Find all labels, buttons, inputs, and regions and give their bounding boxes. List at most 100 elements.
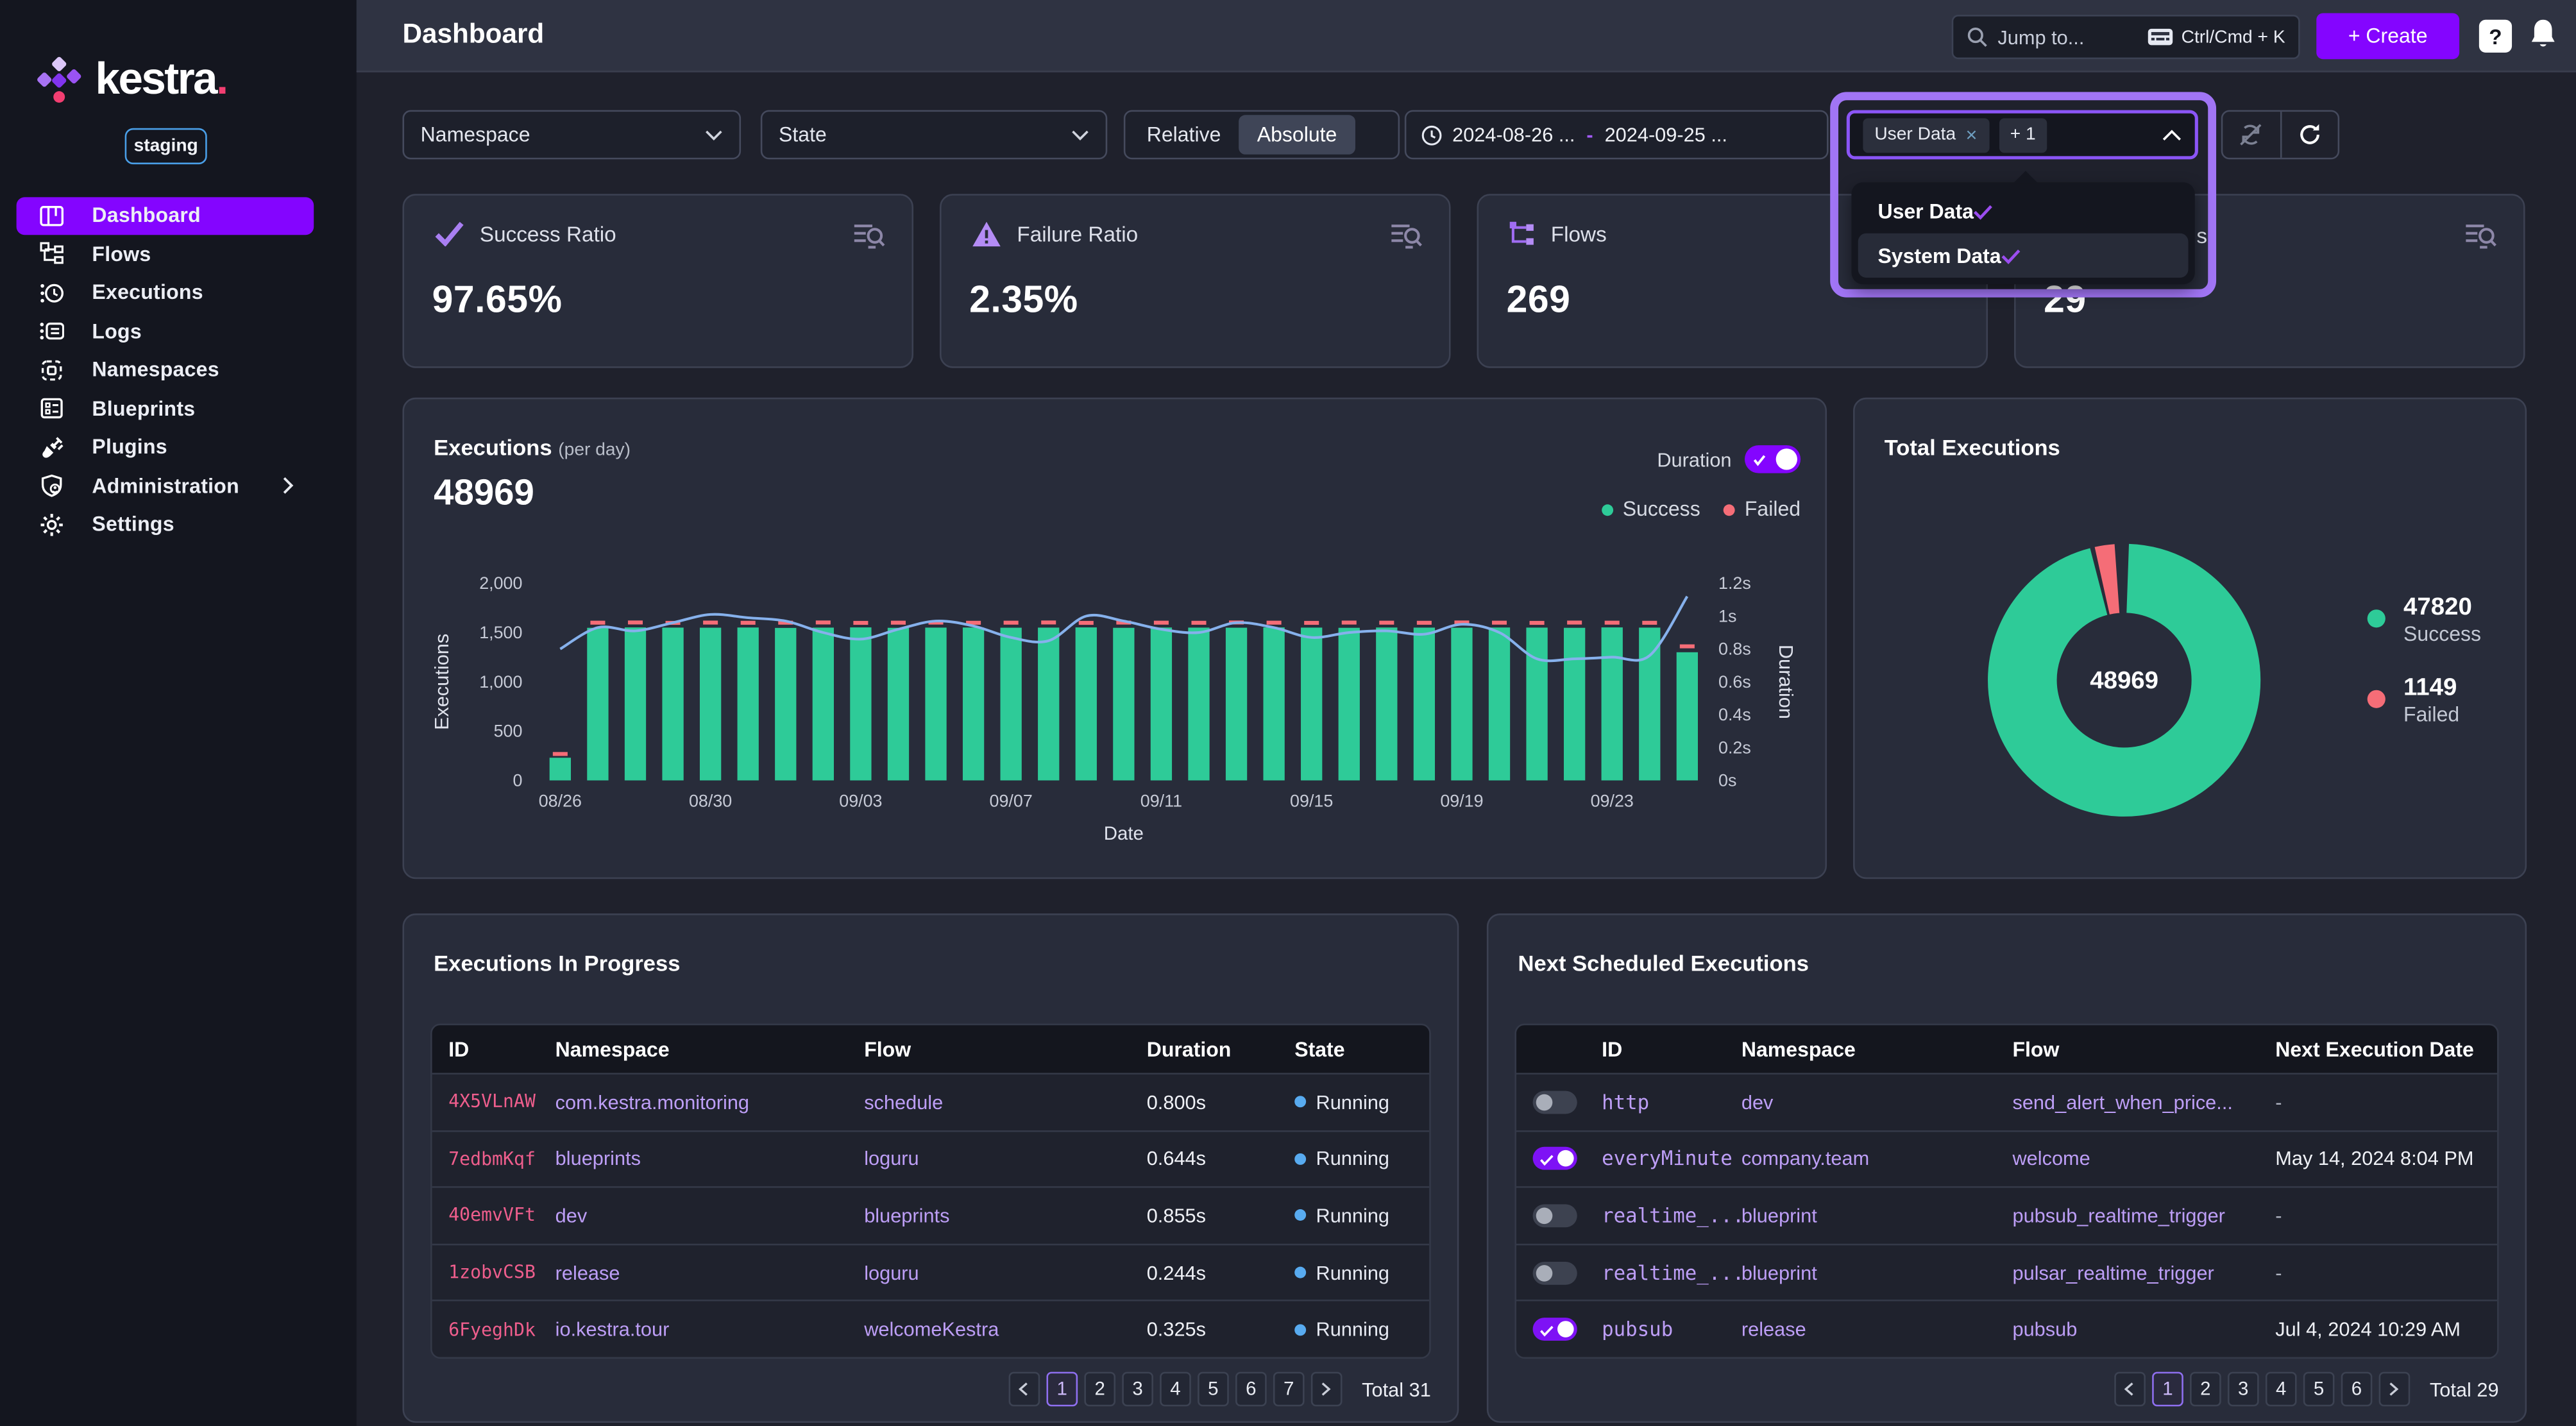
remove-chip-icon[interactable]: ×	[1966, 123, 1978, 146]
trigger-enabled-toggle[interactable]	[1533, 1091, 1577, 1114]
flow-link[interactable]: loguru	[864, 1148, 1147, 1171]
flow-link[interactable]: send_alert_when_price...	[2012, 1091, 2275, 1114]
table-row[interactable]: 1zobvCSBreleaseloguru0.244sRunning	[432, 1243, 1430, 1300]
toggle-cell	[1516, 1091, 1602, 1114]
execution-id-link[interactable]: 7edbmKqf	[432, 1148, 555, 1169]
list-search-icon[interactable]	[852, 220, 885, 250]
running-dot	[1294, 1210, 1306, 1221]
flow-link[interactable]: pubsub_realtime_trigger	[2012, 1204, 2275, 1227]
flow-link[interactable]: blueprints	[864, 1204, 1147, 1227]
pagination-page-1[interactable]: 1	[2152, 1372, 2183, 1407]
trigger-enabled-toggle[interactable]	[1533, 1204, 1577, 1227]
namespace-link[interactable]: blueprint	[1741, 1261, 2013, 1284]
absolute-tab[interactable]: Absolute	[1239, 115, 1355, 154]
trigger-id-link[interactable]: http	[1602, 1091, 1741, 1114]
trigger-id-link[interactable]: realtime_...	[1602, 1261, 1741, 1284]
pagination-page-2[interactable]: 2	[2190, 1372, 2221, 1407]
pagination-prev[interactable]	[2114, 1372, 2146, 1407]
trigger-enabled-toggle[interactable]	[1533, 1148, 1577, 1171]
pagination-page-7[interactable]: 7	[1273, 1372, 1305, 1407]
execution-id-link[interactable]: 4X5VLnAW	[432, 1091, 555, 1112]
alert-triangle-icon	[971, 220, 1003, 248]
auto-refresh-off-icon[interactable]	[2223, 112, 2279, 158]
trigger-id-link[interactable]: realtime_...	[1602, 1204, 1741, 1227]
menu-item-user-data[interactable]: User Data	[1858, 189, 2189, 233]
sidebar-item-label: Executions	[92, 282, 203, 305]
pagination-next[interactable]	[2379, 1372, 2411, 1407]
table-row[interactable]: 7edbmKqfblueprintsloguru0.644sRunning	[432, 1130, 1430, 1187]
sidebar-item-blueprints[interactable]: Blueprints	[17, 389, 314, 428]
sidebar-item-plugins[interactable]: Plugins	[17, 428, 314, 466]
execution-id-link[interactable]: 1zobvCSB	[432, 1262, 555, 1283]
namespace-link[interactable]: company.team	[1741, 1148, 2013, 1171]
table-row[interactable]: everyMinutecompany.teamwelcomeMay 14, 20…	[1516, 1130, 2497, 1187]
list-search-icon[interactable]	[1390, 220, 1423, 250]
refresh-icon[interactable]	[2280, 112, 2338, 158]
legend-label: Success	[2403, 621, 2481, 647]
data-type-multiselect[interactable]: User Data × + 1	[1847, 110, 2198, 160]
sidebar-item-flows[interactable]: Flows	[17, 235, 314, 273]
trigger-enabled-toggle[interactable]	[1533, 1318, 1577, 1341]
sidebar-item-settings[interactable]: Settings	[17, 505, 314, 544]
table-row[interactable]: realtime_...blueprintpulsar_realtime_tri…	[1516, 1243, 2497, 1300]
pagination-page-5[interactable]: 5	[2303, 1372, 2335, 1407]
next-execution-date: -	[2275, 1261, 2497, 1284]
flow-link[interactable]: loguru	[864, 1261, 1147, 1284]
help-button[interactable]: ?	[2479, 20, 2512, 53]
sidebar-item-logs[interactable]: Logs	[17, 312, 314, 351]
pagination-page-4[interactable]: 4	[2266, 1372, 2297, 1407]
flow-link[interactable]: welcomeKestra	[864, 1318, 1147, 1341]
namespace-link[interactable]: blueprint	[1741, 1204, 2013, 1227]
sidebar-item-namespaces[interactable]: Namespaces	[17, 351, 314, 389]
pagination-page-3[interactable]: 3	[1122, 1372, 1153, 1407]
pagination-page-6[interactable]: 6	[2341, 1372, 2373, 1407]
pagination-page-3[interactable]: 3	[2228, 1372, 2259, 1407]
relative-tab[interactable]: Relative	[1129, 115, 1239, 154]
flow-link[interactable]: pubsub	[2012, 1318, 2275, 1341]
flow-link[interactable]: schedule	[864, 1091, 1147, 1114]
namespace-filter-label: Namespace	[421, 123, 530, 146]
sidebar-item-label: Dashboard	[92, 204, 201, 227]
menu-item-system-data[interactable]: System Data	[1858, 233, 2189, 278]
sidebar-item-executions[interactable]: Executions	[17, 273, 314, 312]
table-row[interactable]: realtime_...blueprintpubsub_realtime_tri…	[1516, 1187, 2497, 1244]
namespace-link[interactable]: dev	[555, 1204, 865, 1227]
namespace-link[interactable]: io.kestra.tour	[555, 1318, 865, 1341]
trigger-id-link[interactable]: pubsub	[1602, 1318, 1741, 1341]
sidebar-item-dashboard[interactable]: Dashboard	[17, 196, 314, 235]
namespace-link[interactable]: release	[555, 1261, 865, 1284]
table-row[interactable]: 40emvVFtdevblueprints0.855sRunning	[432, 1187, 1430, 1244]
pagination-page-5[interactable]: 5	[1198, 1372, 1229, 1407]
state-filter-select[interactable]: State	[761, 110, 1107, 160]
namespace-link[interactable]: release	[1741, 1318, 2013, 1341]
table-row[interactable]: pubsubreleasepubsubJul 4, 2024 10:29 AM	[1516, 1300, 2497, 1357]
pagination-page-6[interactable]: 6	[1235, 1372, 1267, 1407]
namespace-filter-select[interactable]: Namespace	[402, 110, 741, 160]
sidebar-item-administration[interactable]: Administration	[17, 466, 314, 505]
trigger-id-link[interactable]: everyMinute	[1602, 1148, 1741, 1171]
create-button[interactable]: + Create	[2316, 13, 2459, 59]
namespace-link[interactable]: dev	[1741, 1091, 2013, 1114]
flow-link[interactable]: welcome	[2012, 1148, 2275, 1171]
execution-id-link[interactable]: 6FyeghDk	[432, 1319, 555, 1340]
selected-chip[interactable]: User Data ×	[1863, 117, 1988, 152]
list-search-icon[interactable]	[2464, 220, 2497, 250]
pagination-page-1[interactable]: 1	[1046, 1372, 1078, 1407]
pagination-next[interactable]	[1311, 1372, 1343, 1407]
trigger-enabled-toggle[interactable]	[1533, 1261, 1577, 1284]
pagination-prev[interactable]	[1008, 1372, 1040, 1407]
execution-id-link[interactable]: 40emvVFt	[432, 1205, 555, 1227]
menu-item-label: System Data	[1877, 244, 2001, 267]
namespace-link[interactable]: blueprints	[555, 1148, 865, 1171]
namespace-link[interactable]: com.kestra.monitoring	[555, 1091, 865, 1114]
table-row[interactable]: httpdevsend_alert_when_price...-	[1516, 1073, 2497, 1130]
pagination-page-2[interactable]: 2	[1084, 1372, 1115, 1407]
table-row[interactable]: 4X5VLnAWcom.kestra.monitoringschedule0.8…	[432, 1073, 1430, 1130]
notifications-bell-icon[interactable]	[2529, 18, 2561, 54]
duration-toggle[interactable]	[1745, 445, 1801, 473]
flow-link[interactable]: pulsar_realtime_trigger	[2012, 1261, 2275, 1284]
date-range-input[interactable]: 2024-08-26 ... - 2024-09-25 ...	[1405, 110, 1829, 160]
table-row[interactable]: 6FyeghDkio.kestra.tourwelcomeKestra0.325…	[432, 1300, 1430, 1357]
search-input[interactable]: Jump to... Ctrl/Cmd + K	[1952, 15, 2300, 59]
pagination-page-4[interactable]: 4	[1160, 1372, 1191, 1407]
